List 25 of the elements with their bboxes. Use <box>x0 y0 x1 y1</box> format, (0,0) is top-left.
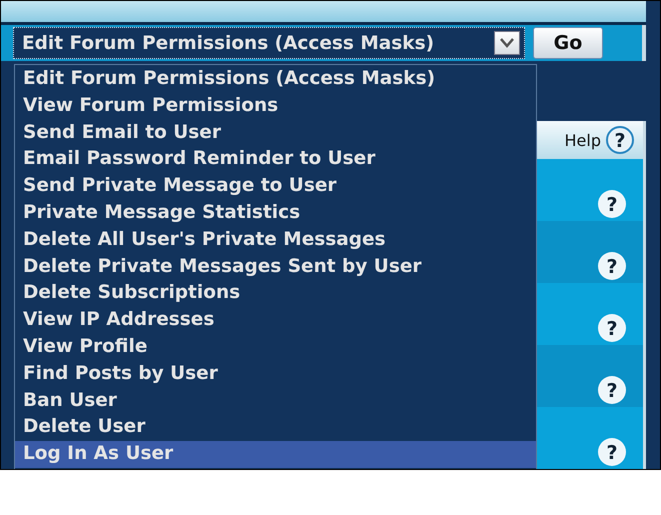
dropdown-option[interactable]: View Profile <box>15 334 536 361</box>
dropdown-option[interactable]: Delete All User's Private Messages <box>15 226 536 254</box>
dropdown-option[interactable]: Private Message Statistics <box>15 200 536 227</box>
dropdown-option[interactable]: Send Email to User <box>15 120 536 146</box>
dropdown-option[interactable]: View Forum Permissions <box>15 92 536 120</box>
caret-icon[interactable] <box>494 31 520 56</box>
dropdown-option[interactable]: Log In As User <box>15 441 536 468</box>
dropdown-option[interactable]: View IP Addresses <box>15 307 536 334</box>
dropdown-option[interactable]: Email Password Reminder to User <box>15 146 536 174</box>
help-icon[interactable]: ? <box>597 437 627 467</box>
help-label: Help <box>564 130 601 150</box>
dropdown-option[interactable]: Find Posts by User <box>15 360 536 388</box>
dropdown-option[interactable]: Ban User <box>15 388 536 414</box>
action-select[interactable]: Edit Forum Permissions (Access Masks) <box>13 27 525 60</box>
help-icon[interactable]: ? <box>597 313 627 343</box>
go-button[interactable]: Go <box>533 27 603 60</box>
dropdown-option[interactable]: Delete Subscriptions <box>15 280 536 308</box>
help-icon[interactable]: ? <box>597 375 627 405</box>
help-icon[interactable]: ? <box>597 189 627 219</box>
dropdown-option[interactable]: Delete User <box>15 414 536 442</box>
dropdown-option[interactable]: Delete Private Messages Sent by User <box>15 254 536 280</box>
help-icon[interactable]: ? <box>597 251 627 281</box>
dropdown-option[interactable]: Send Private Message to User <box>15 173 536 200</box>
dropdown-option[interactable]: Edit Forum Permissions (Access Masks) <box>15 66 536 93</box>
help-icon[interactable]: ? <box>605 125 635 155</box>
